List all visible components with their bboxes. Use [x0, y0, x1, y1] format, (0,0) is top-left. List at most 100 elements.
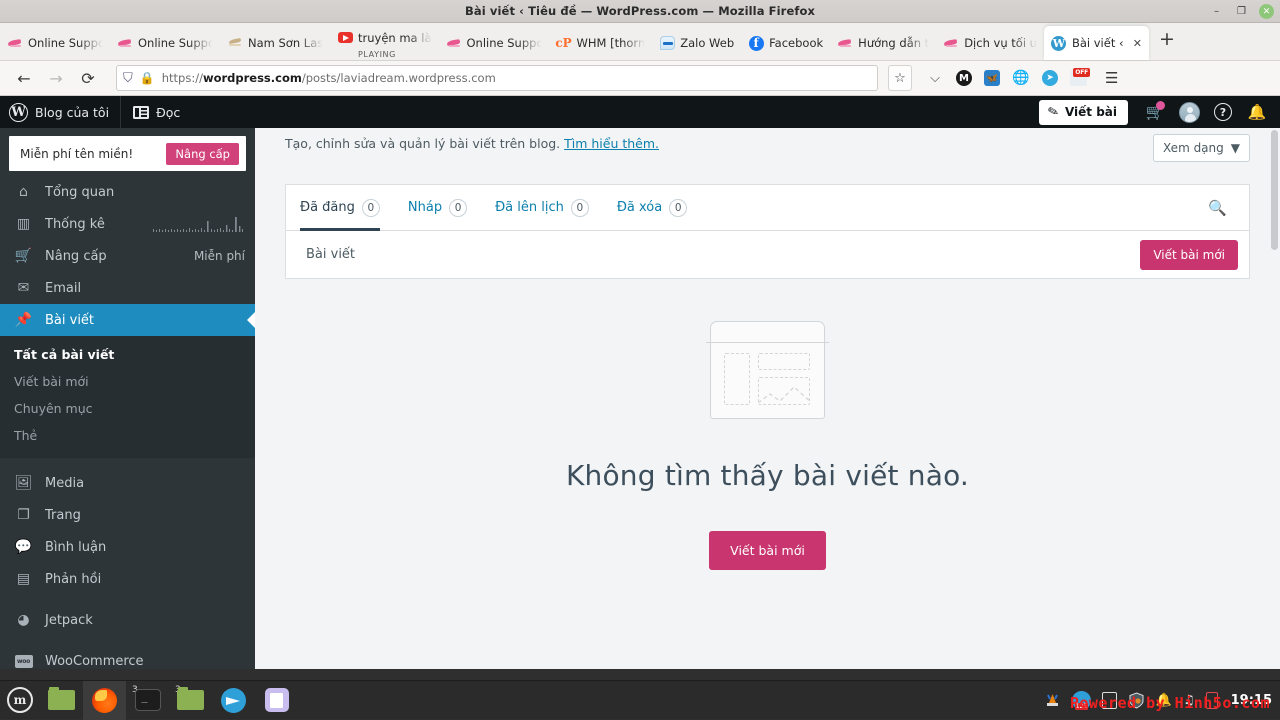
- browser-tab[interactable]: Dịch vụ tối ư: [936, 26, 1044, 60]
- tab-da-len-lich[interactable]: Đã lên lịch 0: [481, 185, 603, 231]
- sidebar-item-phan-hoi[interactable]: ▤ Phản hồi: [0, 563, 255, 595]
- taskbar: m 3 3 🔔 ♫ 19:15 Powered by Hinh5o.com: [0, 680, 1280, 719]
- forward-button[interactable]: →: [40, 63, 72, 93]
- shield-icon[interactable]: ⛉: [123, 71, 133, 86]
- maximize-button[interactable]: ❐: [1234, 4, 1249, 19]
- sidebar-item-label: Phản hồi: [45, 572, 101, 587]
- metamask-icon[interactable]: M: [956, 70, 972, 86]
- minimize-button[interactable]: –: [1209, 4, 1224, 19]
- upgrade-button[interactable]: Nâng cấp: [166, 143, 239, 165]
- back-button[interactable]: ←: [8, 63, 40, 93]
- domain-banner-text: Miễn phí tên miền!: [20, 147, 133, 161]
- url-bar[interactable]: ⛉ 🔒 https://wordpress.com/posts/laviadre…: [116, 65, 878, 91]
- firefox-icon: [92, 688, 117, 713]
- bookmark-star-icon[interactable]: ☆: [888, 65, 912, 91]
- wp-reader-button[interactable]: Đọc: [120, 96, 192, 128]
- sidebar-item-jetpack[interactable]: ◕ Jetpack: [0, 604, 255, 636]
- scrollbar[interactable]: [1271, 130, 1278, 250]
- avatar[interactable]: [1172, 96, 1206, 128]
- browser-tab[interactable]: Nam Sơn Last: [220, 26, 330, 60]
- taskbar-left: m 3 3: [0, 681, 298, 720]
- extension-icons: ⌵ M 🦋 🌐 ➤ OFF ☰: [912, 69, 1122, 87]
- sidebar-subitem-chuyen-muc[interactable]: Chuyên mục: [0, 395, 255, 422]
- taskbar-item-firefox[interactable]: [83, 681, 126, 720]
- vlc-icon[interactable]: [1044, 692, 1061, 709]
- taskbar-item-notes[interactable]: [255, 681, 298, 720]
- pocket-icon[interactable]: ⌵: [926, 69, 944, 87]
- taskbar-item-files[interactable]: 3: [169, 681, 212, 720]
- sidebar-item-label: Trang: [45, 508, 81, 523]
- bluesky-icon[interactable]: 🦋: [984, 70, 1000, 86]
- telegram-icon[interactable]: ➤: [1042, 70, 1058, 86]
- sidebar-divider: [0, 458, 255, 467]
- wp-my-blog-button[interactable]: W Blog của tôi: [0, 96, 120, 128]
- cart-icon[interactable]: 🛒: [1138, 96, 1172, 128]
- empty-state-illustration-icon: [710, 321, 825, 419]
- tab-label: Online Support: [28, 36, 103, 50]
- sidebar-item-email[interactable]: ✉ Email: [0, 272, 255, 304]
- tab-label: Facebook: [769, 36, 823, 50]
- browser-tab[interactable]: Zalo Web: [652, 26, 741, 60]
- sidebar-item-binh-luan[interactable]: 💬 Bình luận: [0, 531, 255, 563]
- bell-icon[interactable]: 🔔: [1240, 96, 1274, 128]
- tab-label: Đã đăng: [300, 200, 355, 215]
- sidebar-item-bai-viet[interactable]: 📌 Bài viết: [0, 304, 255, 336]
- pink-bird-icon: [837, 35, 853, 51]
- help-icon[interactable]: ?: [1206, 96, 1240, 128]
- tab-da-xoa[interactable]: Đã xóa 0: [603, 185, 701, 231]
- app-body: Miễn phí tên miền! Nâng cấp ⌂ Tổng quan …: [0, 128, 1280, 669]
- close-icon[interactable]: ✕: [1133, 37, 1142, 50]
- view-mode-dropdown[interactable]: Xem dạng ▼: [1153, 134, 1250, 162]
- globe-icon[interactable]: 🌐: [1012, 69, 1030, 87]
- pages-icon: ❐: [14, 507, 33, 523]
- office-icon[interactable]: OFF: [1070, 70, 1087, 86]
- browser-tab[interactable]: Online Support: [0, 26, 110, 60]
- wordpress-icon: W: [1051, 35, 1067, 51]
- sidebar-item-label: Bình luận: [45, 540, 106, 555]
- pin-icon: 📌: [14, 312, 33, 328]
- menu-icon[interactable]: ☰: [1099, 69, 1118, 87]
- tab-da-dang[interactable]: Đã đăng 0: [286, 185, 394, 231]
- sidebar-item-tong-quan[interactable]: ⌂ Tổng quan: [0, 176, 255, 208]
- terminal-icon: [135, 689, 161, 711]
- watermark: Powered by Hinh5o.com: [1070, 694, 1270, 712]
- chevron-down-icon: ▼: [1231, 141, 1240, 155]
- browser-tab-active[interactable]: W Bài viết ‹ T ✕: [1044, 26, 1149, 60]
- sidebar-item-trang[interactable]: ❐ Trang: [0, 499, 255, 531]
- sidebar-subitem-viet-bai-moi[interactable]: Viết bài mới: [0, 368, 255, 395]
- feedback-icon: ▤: [14, 571, 33, 587]
- learn-more-link[interactable]: Tìm hiểu thêm.: [564, 136, 659, 151]
- folder-icon: [177, 690, 204, 710]
- sidebar-subitem-tat-ca-bai-viet[interactable]: Tất cả bài viết: [0, 341, 255, 368]
- browser-tab-playing[interactable]: truyện ma là PLAYING: [330, 26, 439, 60]
- taskbar-item-telegram[interactable]: [212, 681, 255, 720]
- browser-tab[interactable]: cP WHM [thorn: [549, 26, 653, 60]
- start-menu-icon[interactable]: m: [0, 681, 40, 720]
- new-tab-button[interactable]: +: [1149, 30, 1185, 53]
- sidebar-item-woocommerce[interactable]: woo WooCommerce: [0, 645, 255, 669]
- comment-icon: 💬: [14, 539, 33, 555]
- reload-button[interactable]: ⟳: [72, 63, 104, 93]
- tab-nhap[interactable]: Nháp 0: [394, 185, 481, 231]
- taskbar-item-folder[interactable]: [40, 681, 83, 720]
- sidebar-item-media[interactable]: 🖼 Media: [0, 467, 255, 499]
- browser-tab[interactable]: Online Support: [439, 26, 549, 60]
- sidebar-subitem-the[interactable]: Thẻ: [0, 422, 255, 449]
- browser-tab[interactable]: Hướng dẫn t: [830, 26, 936, 60]
- new-post-button[interactable]: Viết bài mới: [1140, 240, 1238, 270]
- sidebar-item-label: Tổng quan: [45, 185, 114, 200]
- stats-bars-icon: ▥: [14, 216, 33, 232]
- browser-tab[interactable]: Online Support: [110, 26, 220, 60]
- search-icon[interactable]: 🔍: [1208, 199, 1231, 217]
- empty-state-new-post-button[interactable]: Viết bài mới: [709, 531, 826, 570]
- browser-tab[interactable]: f Facebook: [741, 26, 830, 60]
- pink-bird-icon: [943, 35, 959, 51]
- facebook-icon: f: [748, 35, 764, 51]
- telegram-icon: [221, 688, 246, 713]
- sidebar-item-thong-ke[interactable]: ▥ Thống kê: [0, 208, 255, 240]
- sidebar-item-nang-cap[interactable]: 🛒 Nâng cấp Miễn phí: [0, 240, 255, 272]
- write-post-button[interactable]: ✎ Viết bài: [1039, 100, 1128, 125]
- taskbar-item-terminal[interactable]: 3: [126, 681, 169, 720]
- close-button[interactable]: ✕: [1259, 4, 1274, 19]
- tab-count-badge: 0: [669, 199, 687, 217]
